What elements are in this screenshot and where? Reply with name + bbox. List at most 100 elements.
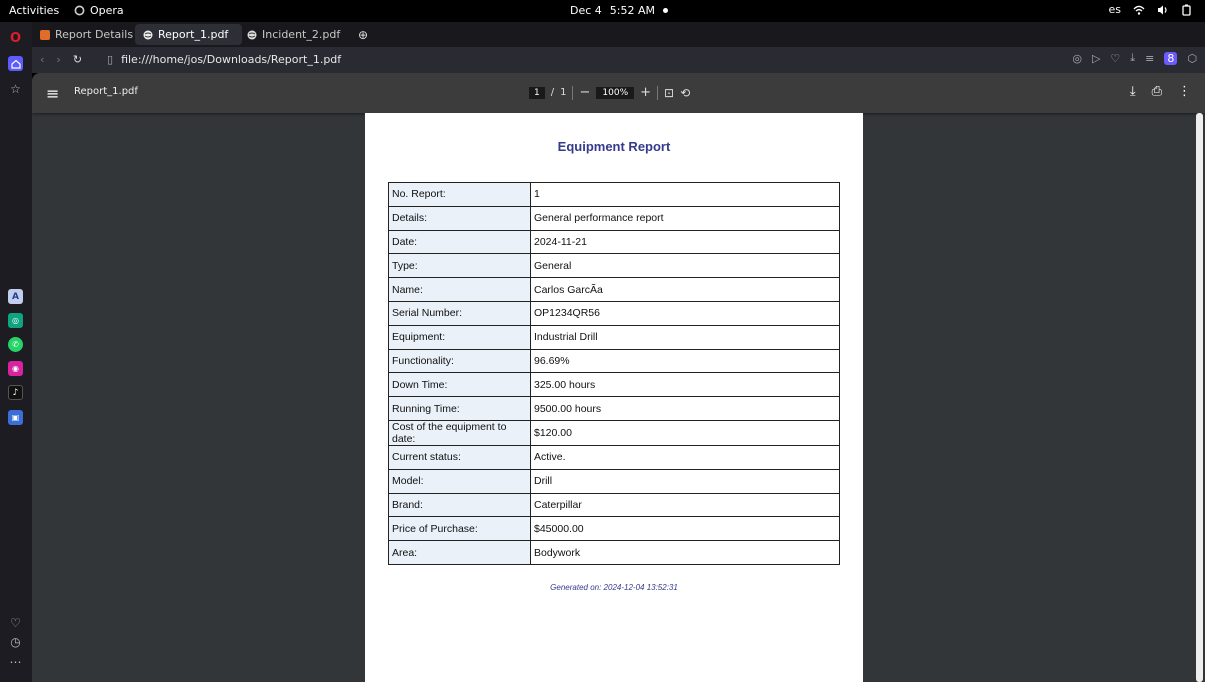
table-row: Price of Purchase: $45000.00 bbox=[388, 516, 840, 542]
clock-date: Dec 4 bbox=[570, 4, 602, 17]
pdf-toolbar: ≡ Report_1.pdf 1 / 1 − 100% + ⊡ ⟲ ⤓ ⎙ ⋮ bbox=[32, 73, 1205, 113]
volume-icon bbox=[1158, 5, 1167, 14]
aria-icon[interactable]: A bbox=[8, 289, 23, 304]
generated-timestamp: Generated on: 2024-12-04 13:52:31 bbox=[550, 583, 678, 592]
table-row: Functionality: 96.69% bbox=[388, 348, 840, 374]
pdf-page: Equipment Report No. Report: 1 Details: Gen… bbox=[365, 113, 863, 682]
home-icon[interactable] bbox=[8, 56, 23, 71]
tiktok-icon[interactable]: ♪ bbox=[8, 385, 23, 400]
field-label: Serial Number: bbox=[388, 300, 531, 326]
file-icon: ▯ bbox=[107, 53, 114, 66]
instagram-icon[interactable]: ◉ bbox=[8, 361, 23, 376]
field-label: No. Report: bbox=[388, 182, 531, 207]
camera-icon[interactable]: ◎ bbox=[1072, 52, 1082, 65]
system-tray[interactable]: es bbox=[1109, 3, 1194, 16]
field-value: General performance report bbox=[530, 205, 840, 231]
easy-setup-icon[interactable]: ≡ bbox=[1145, 52, 1154, 65]
bookmarks-star-icon[interactable]: ☆ bbox=[8, 81, 23, 96]
pdf-actions: ⤓ ⎙ ⋮ bbox=[1130, 84, 1191, 99]
globe-icon bbox=[143, 30, 153, 39]
table-row: No. Report: 1 bbox=[388, 182, 840, 207]
table-row: Area: Bodywork bbox=[388, 540, 840, 565]
heart-icon[interactable]: ♡ bbox=[1110, 52, 1120, 65]
field-label: Cost of the equipment to date: bbox=[388, 419, 531, 446]
report-title: Equipment Report bbox=[557, 139, 671, 154]
nav-buttons: ‹ › ↻ bbox=[40, 53, 82, 66]
table-row: Equipment: Industrial Drill bbox=[388, 324, 840, 350]
activities-button[interactable]: Activities bbox=[9, 4, 59, 17]
download-icon[interactable]: ⤓ bbox=[1130, 51, 1135, 65]
table-row: Brand: Caterpillar bbox=[388, 492, 840, 518]
field-label: Details: bbox=[388, 205, 531, 231]
back-icon[interactable]: ‹ bbox=[40, 53, 44, 66]
opera-sidebar: O ☆ A ◎ ✆ ◉ ♪ ▣ ♡ ◷ ⋯ bbox=[0, 22, 32, 682]
page-controls: 1 / 1 − 100% + ⊡ ⟲ bbox=[529, 85, 690, 100]
more-dots-icon[interactable]: ⋯ bbox=[8, 654, 23, 669]
tab-strip: Report Details Report_1.pdf Incident_2.p… bbox=[32, 22, 1205, 47]
whatsapp-icon[interactable]: ✆ bbox=[8, 337, 23, 352]
field-value: Active. bbox=[530, 444, 840, 470]
field-label: Running Time: bbox=[388, 396, 531, 421]
field-label: Equipment: bbox=[388, 324, 531, 350]
address-bar[interactable]: ▯ file:///home/jos/Downloads/Report_1.pd… bbox=[107, 53, 341, 66]
table-row: Type: General bbox=[388, 253, 840, 279]
divider bbox=[657, 85, 659, 100]
keyboard-language[interactable]: es bbox=[1109, 3, 1122, 16]
clock[interactable]: Dec 4 5:52 AM bbox=[570, 4, 668, 17]
tab-label: Report_1.pdf bbox=[158, 28, 229, 41]
divider bbox=[572, 85, 574, 100]
table-row: Date: 2024-11-21 bbox=[388, 229, 840, 255]
tab-report-1-pdf[interactable]: Report_1.pdf bbox=[135, 24, 242, 45]
chatgpt-icon[interactable]: ◎ bbox=[8, 313, 23, 328]
table-row: Current status: Active. bbox=[388, 444, 840, 470]
new-tab-button[interactable]: ⊕ bbox=[350, 24, 376, 45]
table-row: Running Time: 9500.00 hours bbox=[388, 396, 840, 421]
field-label: Type: bbox=[388, 253, 531, 279]
vertical-scrollbar[interactable] bbox=[1196, 113, 1203, 682]
player-icon[interactable]: ▷ bbox=[1092, 52, 1100, 65]
download-icon[interactable]: ⤓ bbox=[1130, 84, 1136, 99]
field-value: Caterpillar bbox=[530, 492, 840, 518]
zoom-input[interactable]: 100% bbox=[596, 86, 635, 99]
page-number-input[interactable]: 1 bbox=[529, 86, 545, 99]
field-label: Name: bbox=[388, 277, 531, 302]
zoom-in-icon[interactable]: + bbox=[640, 85, 651, 100]
history-clock-icon[interactable]: ◷ bbox=[8, 634, 23, 649]
page-separator: / bbox=[550, 87, 555, 98]
tab-report-details[interactable]: Report Details bbox=[32, 24, 141, 45]
pdf-viewer: ≡ Report_1.pdf 1 / 1 − 100% + ⊡ ⟲ ⤓ ⎙ ⋮ … bbox=[32, 73, 1205, 682]
tab-incident-2-pdf[interactable]: Incident_2.pdf bbox=[239, 24, 348, 45]
extensions-icon[interactable]: ⬡ bbox=[1187, 52, 1197, 65]
field-value: General bbox=[530, 253, 840, 279]
fit-page-icon[interactable]: ⊡ bbox=[664, 86, 674, 100]
table-row: Cost of the equipment to date: $120.00 bbox=[388, 419, 840, 446]
field-label: Brand: bbox=[388, 492, 531, 518]
tab-label: Incident_2.pdf bbox=[262, 28, 341, 41]
pdf-file-name: Report_1.pdf bbox=[74, 86, 138, 97]
heart-icon[interactable]: ♡ bbox=[8, 615, 23, 630]
app-menu[interactable]: Opera bbox=[74, 4, 124, 17]
profile-icon[interactable]: 8 bbox=[1164, 51, 1178, 65]
more-vert-icon[interactable]: ⋮ bbox=[1178, 84, 1191, 99]
zoom-out-icon[interactable]: − bbox=[579, 85, 590, 100]
field-value: Drill bbox=[530, 468, 840, 494]
forward-icon[interactable]: › bbox=[56, 53, 60, 66]
tab-label: Report Details bbox=[55, 28, 134, 41]
messenger-icon[interactable]: ▣ bbox=[8, 410, 23, 425]
total-pages: 1 bbox=[560, 87, 567, 98]
reload-icon[interactable]: ↻ bbox=[73, 53, 82, 66]
rotate-icon[interactable]: ⟲ bbox=[680, 86, 690, 100]
opera-tab-icon bbox=[40, 29, 50, 40]
table-row: Model: Drill bbox=[388, 468, 840, 494]
print-icon[interactable]: ⎙ bbox=[1152, 84, 1162, 99]
opera-logo-icon[interactable]: O bbox=[8, 31, 23, 46]
field-value: Industrial Drill bbox=[530, 324, 840, 350]
field-value: 1 bbox=[530, 182, 840, 207]
field-label: Date: bbox=[388, 229, 531, 255]
menu-icon[interactable]: ≡ bbox=[46, 84, 59, 103]
field-value: Bodywork bbox=[530, 540, 840, 565]
wifi-icon bbox=[1133, 5, 1145, 15]
plus-icon: ⊕ bbox=[358, 27, 369, 42]
field-value: 96.69% bbox=[530, 348, 840, 374]
clock-time: 5:52 AM bbox=[609, 4, 655, 17]
